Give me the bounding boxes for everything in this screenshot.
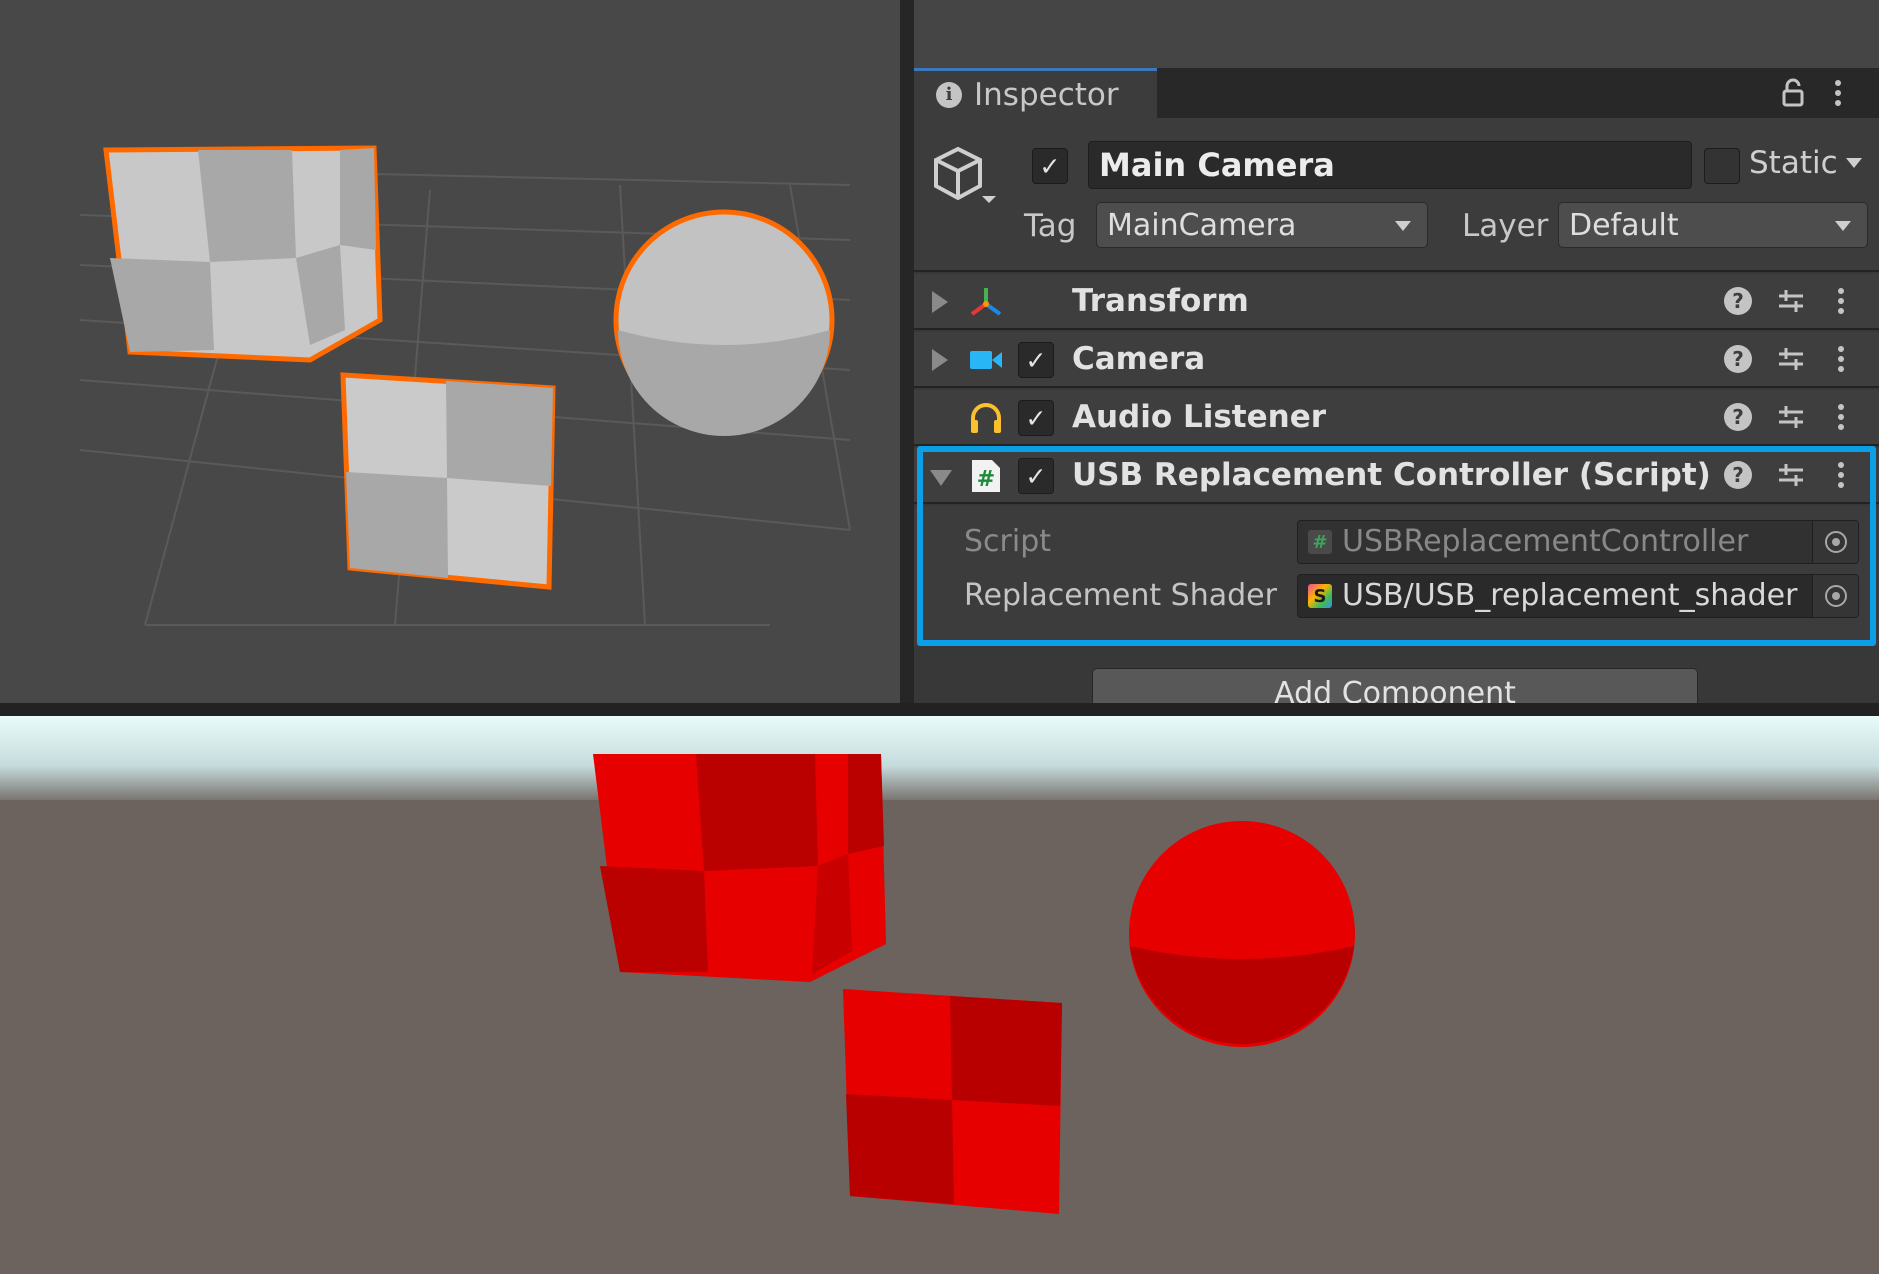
- game-quad-object: [843, 989, 1062, 1214]
- game-sky: [0, 716, 1879, 806]
- tag-dropdown[interactable]: MainCamera: [1096, 202, 1428, 248]
- layer-dropdown-value: Default: [1569, 208, 1679, 243]
- chevron-down-icon: [1395, 221, 1411, 231]
- scene-cube-object: [103, 145, 383, 363]
- svg-text:#: #: [977, 467, 995, 492]
- component-menu-icon[interactable]: [1834, 402, 1848, 432]
- game-sphere-object: [1129, 821, 1355, 1047]
- component-audio-listener[interactable]: ✓ Audio Listener ?: [914, 390, 1879, 446]
- headphones-icon: [971, 403, 1001, 433]
- script-enabled-checkbox[interactable]: ✓: [1018, 458, 1054, 494]
- game-view[interactable]: [0, 716, 1879, 1274]
- presets-icon[interactable]: [1776, 460, 1806, 490]
- gameobject-name-field[interactable]: Main Camera: [1088, 141, 1692, 189]
- info-icon: i: [936, 81, 962, 108]
- script-object-field: # USBReplacementController: [1297, 520, 1859, 564]
- layer-label: Layer: [1462, 208, 1549, 244]
- audio-listener-enabled-checkbox[interactable]: ✓: [1018, 400, 1054, 436]
- component-title: Transform: [1072, 283, 1249, 319]
- replacement-shader-label: Replacement Shader: [964, 578, 1277, 613]
- inspector-panel: i Inspector ✓ Main Camera Static Tag Mai…: [914, 0, 1879, 703]
- layer-dropdown[interactable]: Default: [1558, 202, 1868, 248]
- presets-icon[interactable]: [1776, 286, 1806, 316]
- game-cube-object: [593, 754, 886, 982]
- view-divider: [0, 703, 1879, 716]
- add-component-button[interactable]: Add Component: [1092, 668, 1698, 703]
- csharp-script-icon: #: [972, 460, 1000, 492]
- script-object-field-value: USBReplacementController: [1342, 524, 1749, 559]
- static-dropdown-icon[interactable]: [1846, 158, 1862, 168]
- scene-viewport[interactable]: [0, 0, 900, 703]
- component-usb-replacement-controller[interactable]: # ✓ USB Replacement Controller (Script) …: [914, 448, 1879, 504]
- game-viewport[interactable]: [0, 716, 1879, 1274]
- foldout-arrow-icon[interactable]: [932, 349, 948, 371]
- script-component-body: Script # USBReplacementController Replac…: [914, 506, 1879, 646]
- gameobject-active-checkbox[interactable]: ✓: [1032, 148, 1068, 184]
- help-icon[interactable]: ?: [1724, 403, 1752, 431]
- replacement-shader-field[interactable]: S USB/USB_replacement_shader: [1297, 574, 1859, 618]
- tag-dropdown-value: MainCamera: [1107, 208, 1297, 243]
- static-checkbox[interactable]: [1704, 148, 1740, 184]
- component-menu-icon[interactable]: [1834, 460, 1848, 490]
- presets-icon[interactable]: [1776, 344, 1806, 374]
- object-picker-icon: [1812, 521, 1858, 563]
- panel-divider[interactable]: [900, 0, 914, 703]
- replacement-shader-field-value: USB/USB_replacement_shader: [1342, 578, 1798, 613]
- component-title: USB Replacement Controller (Script): [1072, 457, 1711, 493]
- gameobject-cube-icon[interactable]: [928, 140, 998, 210]
- scene-quad-object: [340, 372, 556, 590]
- help-icon[interactable]: ?: [1724, 461, 1752, 489]
- lock-icon[interactable]: [1779, 78, 1807, 108]
- component-menu-icon[interactable]: [1834, 286, 1848, 316]
- tag-label: Tag: [1024, 208, 1077, 244]
- csharp-script-icon: #: [1308, 530, 1332, 554]
- camera-icon: [970, 351, 1002, 369]
- transform-icon: [970, 288, 1002, 316]
- component-menu-icon[interactable]: [1834, 344, 1848, 374]
- component-camera[interactable]: ✓ Camera ?: [914, 332, 1879, 388]
- tab-inspector-label: Inspector: [974, 76, 1119, 113]
- inspector-tab-bar: i Inspector: [914, 68, 1879, 118]
- component-transform[interactable]: Transform ?: [914, 274, 1879, 330]
- component-title: Camera: [1072, 341, 1206, 377]
- object-picker-icon[interactable]: [1812, 575, 1858, 617]
- static-label[interactable]: Static: [1749, 145, 1838, 181]
- script-property-label: Script: [964, 524, 1052, 559]
- foldout-arrow-icon[interactable]: [932, 291, 948, 313]
- chevron-down-icon: [1835, 221, 1851, 231]
- help-icon[interactable]: ?: [1724, 345, 1752, 373]
- gameobject-header: ✓ Main Camera Static Tag MainCamera Laye…: [914, 118, 1879, 272]
- component-title: Audio Listener: [1072, 399, 1327, 435]
- foldout-arrow-icon[interactable]: [930, 470, 952, 486]
- camera-enabled-checkbox[interactable]: ✓: [1018, 342, 1054, 378]
- scene-sphere-object: [613, 209, 835, 436]
- help-icon[interactable]: ?: [1724, 287, 1752, 315]
- shader-icon: S: [1308, 584, 1332, 608]
- scene-view[interactable]: [0, 0, 900, 703]
- tab-inspector[interactable]: i Inspector: [914, 68, 1157, 118]
- presets-icon[interactable]: [1776, 402, 1806, 432]
- tab-menu-icon[interactable]: [1831, 78, 1845, 108]
